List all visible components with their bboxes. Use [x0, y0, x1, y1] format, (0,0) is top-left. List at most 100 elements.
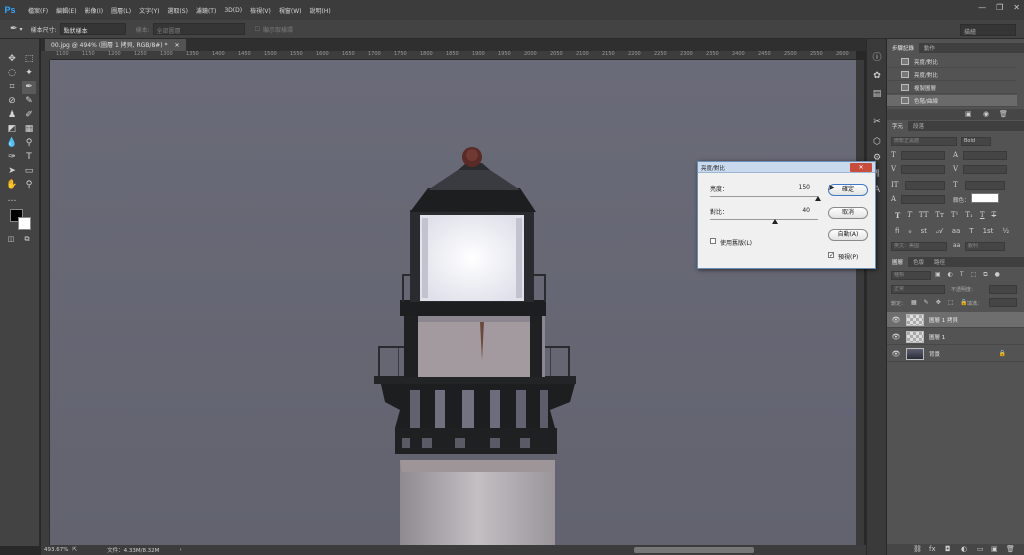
visibility-eye-icon[interactable]: 👁 — [891, 333, 901, 341]
stylistic-icon[interactable]: st — [921, 227, 927, 236]
vertical-scale-field[interactable] — [905, 181, 945, 190]
baseline-field[interactable] — [901, 195, 945, 204]
type-tool-icon[interactable]: T — [22, 151, 36, 164]
tab-channels[interactable]: 色版 — [908, 257, 929, 267]
font-family-select[interactable]: 微軟正黑體 — [891, 137, 957, 146]
background-color-swatch[interactable] — [18, 217, 31, 230]
move-tool-icon[interactable]: ✥ — [5, 53, 19, 66]
smart-filter-icon[interactable]: ⧉ — [983, 271, 987, 279]
horizontal-scrollbar[interactable] — [634, 547, 754, 553]
more-tools-icon[interactable]: … — [5, 193, 19, 206]
history-item[interactable]: 亮度/對比 — [887, 56, 1017, 68]
layer-style-icon[interactable]: fx — [929, 545, 936, 553]
menu-file[interactable]: 檔案(F) — [28, 6, 48, 15]
history-item[interactable]: 複製圖層 — [887, 82, 1017, 94]
lock-paint-icon[interactable]: ✎ — [924, 299, 929, 306]
new-document-icon[interactable]: ▣ — [965, 110, 972, 118]
discretionary-icon[interactable]: ℴ — [908, 227, 911, 236]
layer-row[interactable]: 👁 圖層 1 — [887, 329, 1024, 345]
dialog-titlebar[interactable]: 亮度/對比 ✕ — [698, 162, 875, 173]
menu-window[interactable]: 視窗(W) — [279, 6, 302, 15]
tab-character[interactable]: 字元 — [887, 121, 909, 131]
vertical-scrollbar[interactable] — [856, 60, 864, 545]
font-style-select[interactable]: Bold — [961, 137, 991, 146]
healing-brush-icon[interactable]: ⊘ — [5, 95, 19, 108]
lock-artboard-icon[interactable]: ⬚ — [948, 299, 954, 306]
pen-tool-icon[interactable]: ✑ — [5, 151, 19, 164]
zoom-level[interactable]: 493.67% — [44, 547, 68, 553]
brightness-value-field[interactable]: 150 — [786, 184, 810, 191]
menu-type[interactable]: 文字(Y) — [139, 6, 159, 15]
dialog-close-icon[interactable]: ✕ — [850, 163, 872, 172]
fractions-icon[interactable]: 1st — [983, 227, 994, 236]
snapshot-icon[interactable]: ◉ — [983, 110, 989, 118]
info-icon[interactable]: ⓘ — [870, 51, 884, 65]
auto-button[interactable]: 自動(A) — [828, 229, 868, 241]
brush-settings-icon[interactable]: ✿ — [870, 69, 884, 83]
layer-row[interactable]: 👁 圖層 1 拷貝 — [887, 312, 1024, 328]
fill-field[interactable] — [989, 298, 1017, 307]
superscript-icon[interactable]: T¹ — [951, 211, 958, 220]
tab-paragraph[interactable]: 段落 — [908, 121, 929, 131]
menu-help[interactable]: 說明(H) — [310, 6, 331, 15]
marquee-tool-icon[interactable]: ⬚ — [22, 53, 36, 66]
language-select[interactable]: 英文：美國 — [891, 242, 947, 251]
anti-alias-select[interactable]: 銳利 — [965, 242, 1005, 251]
group-icon[interactable]: ▭ — [977, 545, 984, 553]
lock-move-icon[interactable]: ✥ — [936, 299, 941, 306]
gradient-tool-icon[interactable]: ▦ — [22, 123, 36, 136]
pixel-filter-icon[interactable]: ▣ — [935, 271, 941, 279]
screen-mode-icon[interactable]: ⧉ — [20, 233, 34, 246]
shape-filter-icon[interactable]: ⬚ — [971, 271, 977, 279]
layer-kind-filter[interactable]: 種類 — [891, 271, 931, 280]
dodge-tool-icon[interactable]: ⚲ — [22, 137, 36, 150]
eyedropper-tool-icon[interactable]: ✒ — [10, 24, 18, 34]
opacity-field[interactable] — [989, 285, 1017, 294]
adjustment-layer-icon[interactable]: ◐ — [961, 545, 967, 553]
brightness-slider-thumb[interactable] — [815, 196, 821, 201]
tab-layers[interactable]: 圖層 — [887, 257, 909, 267]
layer-mask-icon[interactable]: ◘ — [945, 545, 951, 553]
titling-icon[interactable]: aa — [952, 227, 961, 236]
menu-3d[interactable]: 3D(D) — [224, 7, 242, 14]
menu-view[interactable]: 檢視(V) — [250, 6, 271, 15]
trash-icon[interactable]: 🗑 — [999, 110, 1008, 118]
half-icon[interactable]: ½ — [1002, 227, 1009, 236]
status-arrow-icon[interactable]: › — [179, 547, 181, 553]
path-selection-icon[interactable]: ➤ — [5, 165, 19, 178]
faux-italic-icon[interactable]: T — [907, 211, 912, 220]
blur-tool-icon[interactable]: 💧 — [5, 137, 19, 150]
clone-stamp-icon[interactable]: ♟ — [5, 109, 19, 122]
small-caps-icon[interactable]: Tт — [935, 211, 944, 220]
horizontal-scale-field[interactable] — [965, 181, 1005, 190]
minimize-icon[interactable]: — — [978, 3, 986, 12]
close-tab-icon[interactable]: ✕ — [174, 42, 179, 49]
all-caps-icon[interactable]: TT — [919, 211, 928, 220]
blend-mode-select[interactable]: 正常 — [891, 285, 945, 294]
tab-paths[interactable]: 路徑 — [929, 257, 950, 267]
tab-actions[interactable]: 動作 — [919, 43, 940, 53]
sample-select[interactable]: 全部圖層 — [152, 23, 245, 35]
menu-layer[interactable]: 圖層(L) — [111, 6, 131, 15]
history-item-selected[interactable]: 色階/曲線 — [887, 95, 1017, 107]
kerning-field[interactable] — [901, 165, 945, 174]
cancel-button[interactable]: 取消 — [828, 207, 868, 219]
hand-tool-icon[interactable]: ✋ — [5, 179, 19, 192]
document-canvas[interactable] — [50, 60, 856, 545]
filter-toggle-icon[interactable]: ● — [995, 271, 1000, 279]
visibility-eye-icon[interactable]: 👁 — [891, 316, 901, 324]
contrast-value-field[interactable]: 40 — [786, 207, 810, 214]
font-size-field[interactable] — [901, 151, 945, 160]
faux-bold-icon[interactable]: T — [895, 211, 900, 220]
ligature-icon[interactable]: ﬁ — [895, 227, 899, 236]
eyedropper-icon[interactable]: ✒ — [22, 81, 36, 94]
ordinals-icon[interactable]: T — [969, 227, 973, 236]
leading-field[interactable] — [963, 151, 1007, 160]
contrast-slider[interactable] — [710, 219, 818, 220]
quick-mask-icon[interactable]: ◫ — [4, 233, 18, 246]
menu-image[interactable]: 影像(I) — [85, 6, 103, 15]
link-layers-icon[interactable]: ⛓ — [913, 545, 922, 553]
visibility-eye-icon[interactable]: 👁 — [891, 350, 901, 358]
underline-icon[interactable]: T — [980, 211, 985, 220]
show-ring-checkbox[interactable]: ☐ — [255, 26, 260, 33]
